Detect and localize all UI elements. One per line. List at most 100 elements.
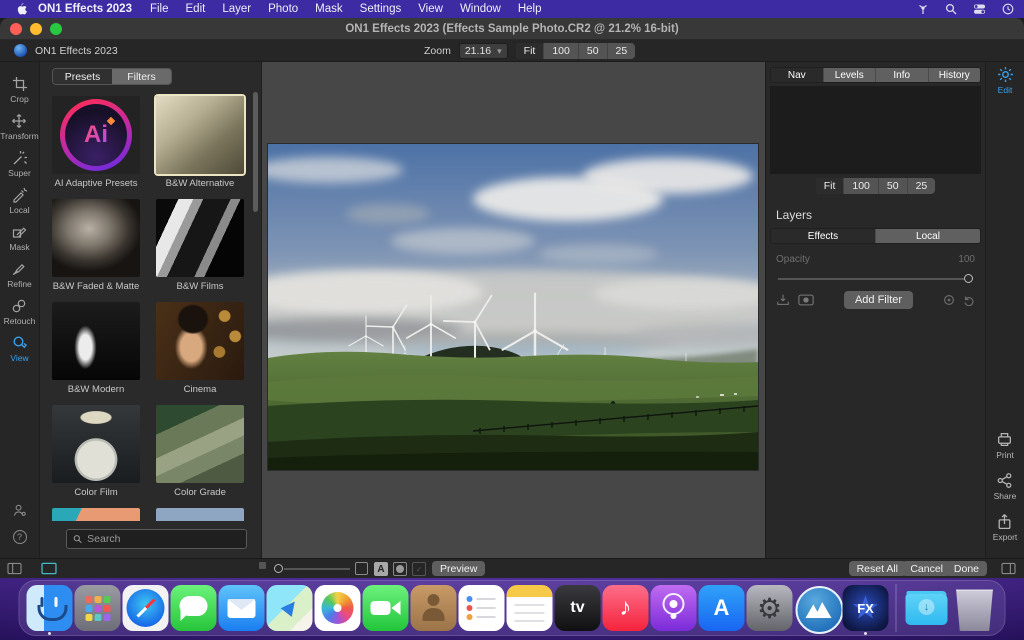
dock-item-on1[interactable] xyxy=(795,585,841,631)
preset-thumb[interactable] xyxy=(52,508,140,521)
dock-item-finder[interactable] xyxy=(27,585,73,631)
reset-all-button[interactable]: Reset All xyxy=(849,561,906,576)
zoom-window-button[interactable] xyxy=(50,23,62,35)
edit-mode-button[interactable]: Edit xyxy=(997,66,1014,95)
preset-thumb[interactable] xyxy=(156,199,244,277)
dock-item-settings[interactable]: ⚙ xyxy=(747,585,793,631)
dock-item-podcasts[interactable] xyxy=(651,585,697,631)
print-button[interactable]: Print xyxy=(996,431,1013,460)
dock-item-trash[interactable] xyxy=(952,585,998,631)
toggle-right-panel-icon[interactable] xyxy=(1001,562,1016,575)
view-circle-icon[interactable] xyxy=(393,562,407,576)
view-blank-icon[interactable] xyxy=(355,562,368,575)
tab-local[interactable]: Local xyxy=(876,229,980,243)
dock-item-on1-effects[interactable]: FX xyxy=(843,585,889,631)
preset-thumb[interactable] xyxy=(52,405,140,483)
close-window-button[interactable] xyxy=(10,23,22,35)
tool-transform[interactable]: Transform xyxy=(0,113,38,141)
menu-edit[interactable]: Edit xyxy=(186,3,206,15)
preset-color-grade[interactable]: Color Grade xyxy=(156,405,244,498)
tab-filters[interactable]: Filters xyxy=(112,69,171,84)
nav-zoom-25[interactable]: 25 xyxy=(908,178,936,194)
photo-canvas-image[interactable] xyxy=(268,144,758,470)
tab-nav[interactable]: Nav xyxy=(771,68,824,82)
preset-thumb[interactable] xyxy=(52,199,140,277)
spotlight-search-icon[interactable] xyxy=(945,3,957,15)
preset-bw-alternative[interactable]: B&W Alternative xyxy=(156,96,244,189)
tool-retouch[interactable]: Retouch xyxy=(4,298,36,326)
menu-help[interactable]: Help xyxy=(518,3,542,15)
dock-item-photos[interactable] xyxy=(315,585,361,631)
preset-thumb[interactable] xyxy=(156,302,244,380)
preset-thumb[interactable] xyxy=(156,508,244,521)
preset-partial-1[interactable] xyxy=(52,508,140,521)
dock-item-notes[interactable] xyxy=(507,585,553,631)
dock-item-tv[interactable]: tv xyxy=(555,585,601,631)
export-button[interactable]: Export xyxy=(993,513,1018,542)
menu-file[interactable]: File xyxy=(150,3,169,15)
preset-partial-2[interactable] xyxy=(156,508,244,521)
nav-zoom-100[interactable]: 100 xyxy=(844,178,879,194)
menu-layer[interactable]: Layer xyxy=(222,3,251,15)
reset-filter-icon[interactable] xyxy=(943,294,955,306)
canvas-area[interactable] xyxy=(262,62,765,558)
tool-refine[interactable]: Refine xyxy=(7,261,32,289)
tab-presets[interactable]: Presets xyxy=(53,69,112,84)
dock-item-music[interactable]: ♪ xyxy=(603,585,649,631)
dock-item-safari[interactable] xyxy=(123,585,169,631)
preset-thumb[interactable] xyxy=(52,302,140,380)
search-input[interactable] xyxy=(87,533,240,545)
zoom-50-button[interactable]: 50 xyxy=(579,43,608,59)
opacity-slider[interactable] xyxy=(778,275,973,283)
apple-menu-icon[interactable] xyxy=(16,2,28,16)
zoom-25-button[interactable]: 25 xyxy=(608,43,636,59)
tool-crop[interactable]: Crop xyxy=(10,76,28,104)
tab-info[interactable]: Info xyxy=(876,68,929,82)
size-slider-knob[interactable] xyxy=(274,564,283,573)
search-box[interactable] xyxy=(66,529,247,549)
menu-view[interactable]: View xyxy=(418,3,443,15)
opacity-slider-knob[interactable] xyxy=(964,274,973,283)
dock-item-facetime[interactable] xyxy=(363,585,409,631)
share-button[interactable]: Share xyxy=(994,472,1017,501)
dock-item-appstore[interactable]: A xyxy=(699,585,745,631)
menu-mask[interactable]: Mask xyxy=(315,3,342,15)
mask-thumbnail-icon[interactable] xyxy=(798,294,814,306)
preset-ai-adaptive[interactable]: Ai AI Adaptive Presets xyxy=(52,96,140,189)
minimize-window-button[interactable] xyxy=(30,23,42,35)
nav-zoom-fit[interactable]: Fit xyxy=(816,178,845,194)
zoom-value-dropdown[interactable]: 21.16 ▾ xyxy=(459,43,508,59)
tab-history[interactable]: History xyxy=(929,68,981,82)
cancel-button[interactable]: Cancel xyxy=(902,561,951,576)
toggle-left-panel-icon[interactable] xyxy=(7,562,22,575)
preset-color-film[interactable]: Color Film xyxy=(52,405,140,498)
preset-cinema[interactable]: Cinema xyxy=(156,302,244,395)
dock-item-downloads[interactable] xyxy=(904,585,950,631)
preset-bw-films[interactable]: B&W Films xyxy=(156,199,244,292)
nav-zoom-50[interactable]: 50 xyxy=(879,178,908,194)
dock-item-messages[interactable] xyxy=(171,585,217,631)
tool-mask[interactable]: Mask xyxy=(9,224,29,252)
soft-proof-icon[interactable]: ✓ xyxy=(412,562,426,576)
add-filter-button[interactable]: Add Filter xyxy=(844,291,913,309)
help-icon[interactable]: ? xyxy=(13,530,27,544)
tab-effects[interactable]: Effects xyxy=(771,229,876,243)
dock-item-reminders[interactable] xyxy=(459,585,505,631)
done-button[interactable]: Done xyxy=(946,561,987,576)
tab-levels[interactable]: Levels xyxy=(824,68,877,82)
account-icon[interactable] xyxy=(12,503,27,518)
tool-super[interactable]: Super xyxy=(8,150,31,178)
control-center-icon[interactable] xyxy=(973,3,986,15)
zoom-fit-button[interactable]: Fit xyxy=(516,43,545,59)
preset-bw-faded-matte[interactable]: B&W Faded & Matte xyxy=(52,199,140,292)
view-letter-icon[interactable]: A xyxy=(374,562,388,576)
preset-scrollbar[interactable] xyxy=(253,92,258,212)
browser-mode-icon[interactable] xyxy=(41,562,57,575)
menu-app-name[interactable]: ON1 Effects 2023 xyxy=(38,3,132,15)
import-layer-icon[interactable] xyxy=(776,293,790,307)
preset-thumb[interactable] xyxy=(156,405,244,483)
status-turbine-icon[interactable] xyxy=(917,3,929,15)
zoom-100-button[interactable]: 100 xyxy=(544,43,579,59)
document-tab[interactable]: ON1 Effects 2023 xyxy=(14,44,118,57)
clock-icon[interactable] xyxy=(1002,3,1014,15)
